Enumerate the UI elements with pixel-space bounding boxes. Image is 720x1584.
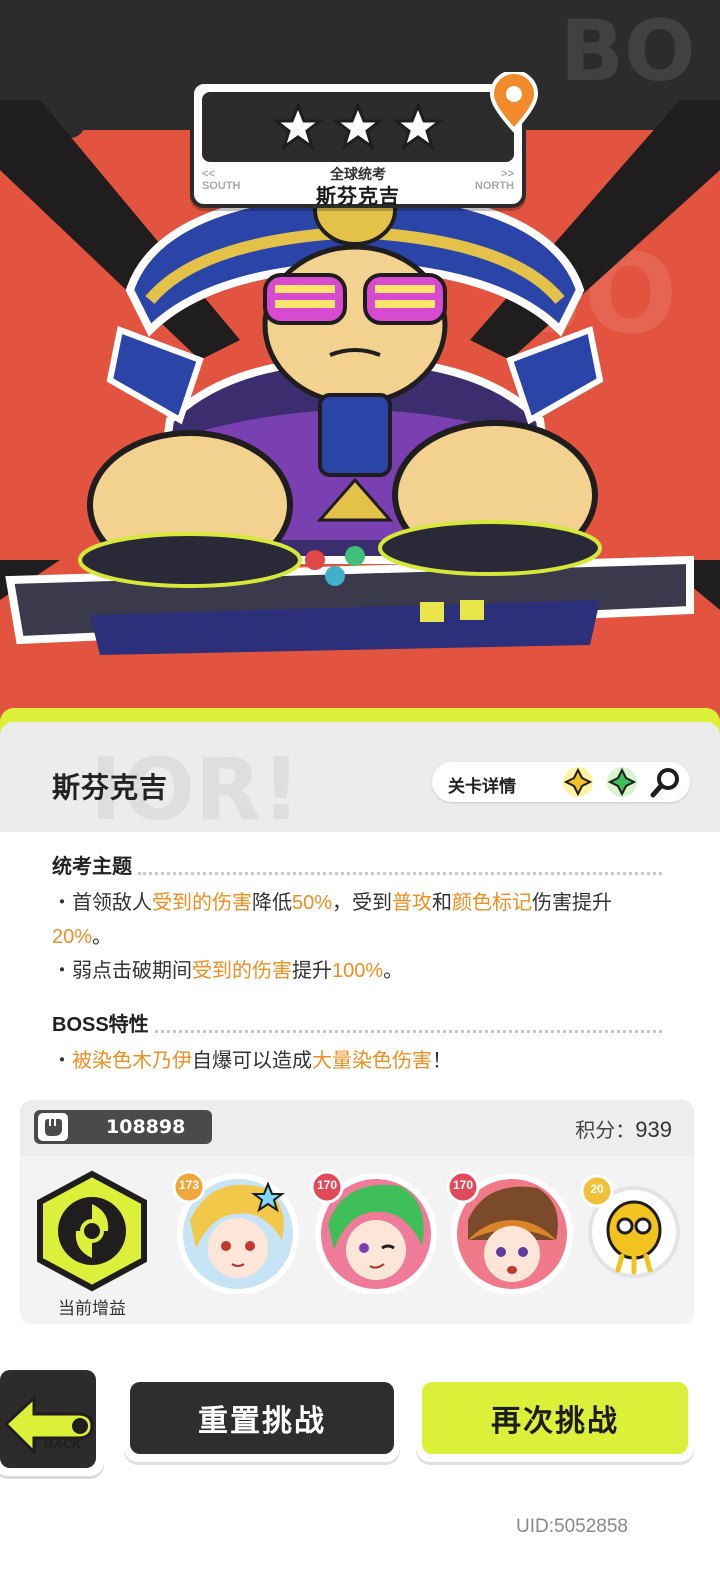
back-arrow-icon (3, 1394, 94, 1456)
team-roster: 当前增益 173 170 170 20 (20, 1156, 694, 1324)
boss-trait-line: ・被染色木乃伊自爆可以造成大量染色伤害！ (52, 1050, 452, 1072)
boss-trait-heading: BOSS特性 (52, 1008, 662, 1037)
back-label: BACK (44, 1436, 82, 1451)
back-button[interactable]: BACK (0, 1364, 104, 1476)
member-level: 20 (590, 1182, 604, 1196)
heading-dotted-rule (154, 1030, 662, 1033)
retry-challenge-label: 再次挑战 (422, 1382, 688, 1454)
fist-icon (38, 1113, 68, 1141)
theme-line-2: ・弱点击破期间受到的伤害提升100%。 (52, 960, 404, 982)
magnifier-icon (650, 768, 679, 798)
team-member-1[interactable]: 173 (172, 1170, 300, 1295)
stage-boss-name: 斯芬克吉 (316, 186, 400, 208)
score-value: 939 (635, 1117, 672, 1142)
star-icon (333, 103, 383, 151)
reset-challenge-label: 重置挑战 (130, 1382, 394, 1454)
score-display: 积分：939 (575, 1114, 672, 1143)
yellow-clover-icon (563, 767, 593, 797)
member-level: 170 (452, 1178, 474, 1192)
member-level: 173 (178, 1178, 200, 1192)
heading-dotted-rule (138, 872, 662, 875)
nav-north[interactable]: >> NORTH (475, 168, 514, 192)
nav-right-arrow: >> (501, 168, 514, 180)
location-pin-icon[interactable] (488, 72, 540, 134)
stage-details-button[interactable]: 关卡详情 (432, 762, 690, 802)
panel-header: IOR! 斯芬克吉 关卡详情 (0, 722, 720, 832)
team-card-header: 108898 积分：939 (20, 1100, 694, 1156)
boss-hero-banner: BO BO << SOUTH 全球统考 斯芬克吉 >> NORTH (0, 0, 720, 720)
exam-theme-title: 统考主题 (52, 856, 132, 878)
score-label: 积分： (575, 1120, 636, 1142)
star-icon (393, 103, 443, 151)
star-icon (273, 103, 323, 151)
team-card: 108898 积分：939 当前增益 173 170 170 20 (20, 1100, 694, 1324)
team-member-3[interactable]: 170 (446, 1170, 574, 1295)
current-buff-button[interactable]: 当前增益 (30, 1170, 154, 1318)
reset-challenge-button[interactable]: 重置挑战 (124, 1376, 400, 1462)
star-rating (202, 92, 514, 162)
stage-title-plate: << SOUTH 全球统考 斯芬克吉 >> NORTH (190, 80, 526, 208)
boss-trait-title: BOSS特性 (52, 1014, 149, 1036)
exam-theme-heading: 统考主题 (52, 850, 662, 879)
boss-name-heading: 斯芬克吉 (52, 772, 169, 803)
team-power-badge: 108898 (34, 1110, 212, 1144)
buff-emblem-icon (37, 1170, 147, 1292)
member-level: 170 (316, 1178, 338, 1192)
green-clover-icon (607, 767, 637, 797)
team-member-2[interactable]: 170 (310, 1170, 438, 1295)
stage-details-label: 关卡详情 (448, 777, 516, 796)
user-id: UID:5052858 (516, 1516, 628, 1537)
retry-challenge-button[interactable]: 再次挑战 (416, 1376, 694, 1462)
theme-line-1: ・首领敌人受到的伤害降低50%，受到普攻和颜色标记伤害提升20%。 (52, 892, 613, 948)
back-button-face: BACK (0, 1370, 96, 1468)
current-buff-label: 当前增益 (58, 1299, 126, 1318)
nav-north-label: NORTH (474, 180, 514, 192)
team-power-value: 108898 (106, 1116, 186, 1138)
team-member-4[interactable]: 20 (580, 1174, 680, 1282)
